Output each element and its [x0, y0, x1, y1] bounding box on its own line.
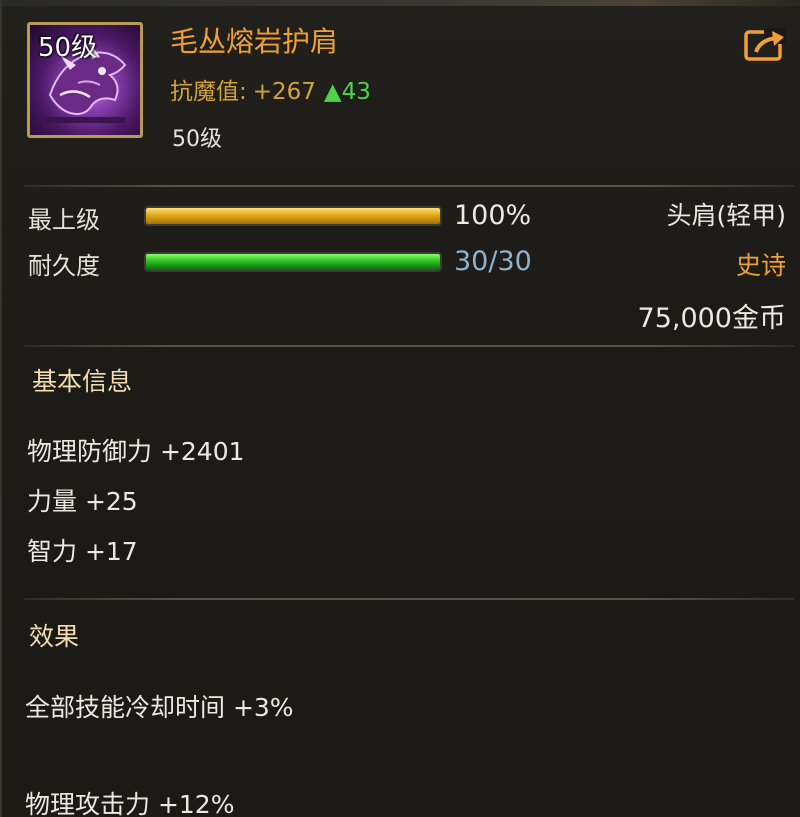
attr-physical-defense: 物理防御力 +2401	[27, 437, 245, 466]
durability-bar-fill	[146, 254, 440, 270]
resist-increase: ▲43	[323, 79, 371, 105]
divider	[24, 345, 794, 347]
slot-type: 头肩(轻甲)	[666, 201, 786, 230]
basic-info-title: 基本信息	[32, 367, 133, 396]
shoulder-armor-icon: 50级	[27, 22, 143, 138]
grade-row: 最上级 100%	[28, 200, 628, 234]
grade-label: 最上级	[28, 206, 100, 234]
attr-strength: 力量 +25	[27, 487, 138, 516]
durability-label: 耐久度	[28, 252, 100, 280]
divider	[24, 185, 794, 187]
top-strip	[2, 0, 800, 6]
grade-bar-fill	[146, 208, 440, 224]
rarity-label: 史诗	[735, 251, 786, 280]
icon-level-badge: 50级	[38, 33, 98, 63]
price: 75,000金币	[637, 303, 786, 334]
durability-value: 30/30	[454, 246, 532, 277]
resist-stat: 抗魔值: +267 ▲43	[170, 72, 371, 106]
grade-bar	[144, 206, 442, 226]
resist-label: 抗魔值:	[170, 79, 247, 105]
effect-cooldown: 全部技能冷却时间 +3%	[25, 693, 294, 722]
resist-value: +267	[252, 79, 316, 105]
effect-physical-attack: 物理攻击力 +12%	[25, 790, 235, 817]
divider	[24, 598, 794, 600]
item-tooltip: 50级 毛丛熔岩护肩 抗魔值: +267 ▲43 50级 最上级 100% 耐久度 …	[0, 0, 800, 817]
durability-row: 耐久度 30/30	[28, 246, 628, 280]
share-icon[interactable]	[744, 26, 788, 62]
attr-intelligence: 智力 +17	[27, 537, 138, 566]
item-level: 50级	[172, 127, 222, 152]
durability-bar	[144, 252, 442, 272]
effects-title: 效果	[29, 622, 80, 651]
grade-value: 100%	[454, 200, 532, 231]
item-name: 毛丛熔岩护肩	[170, 25, 339, 58]
